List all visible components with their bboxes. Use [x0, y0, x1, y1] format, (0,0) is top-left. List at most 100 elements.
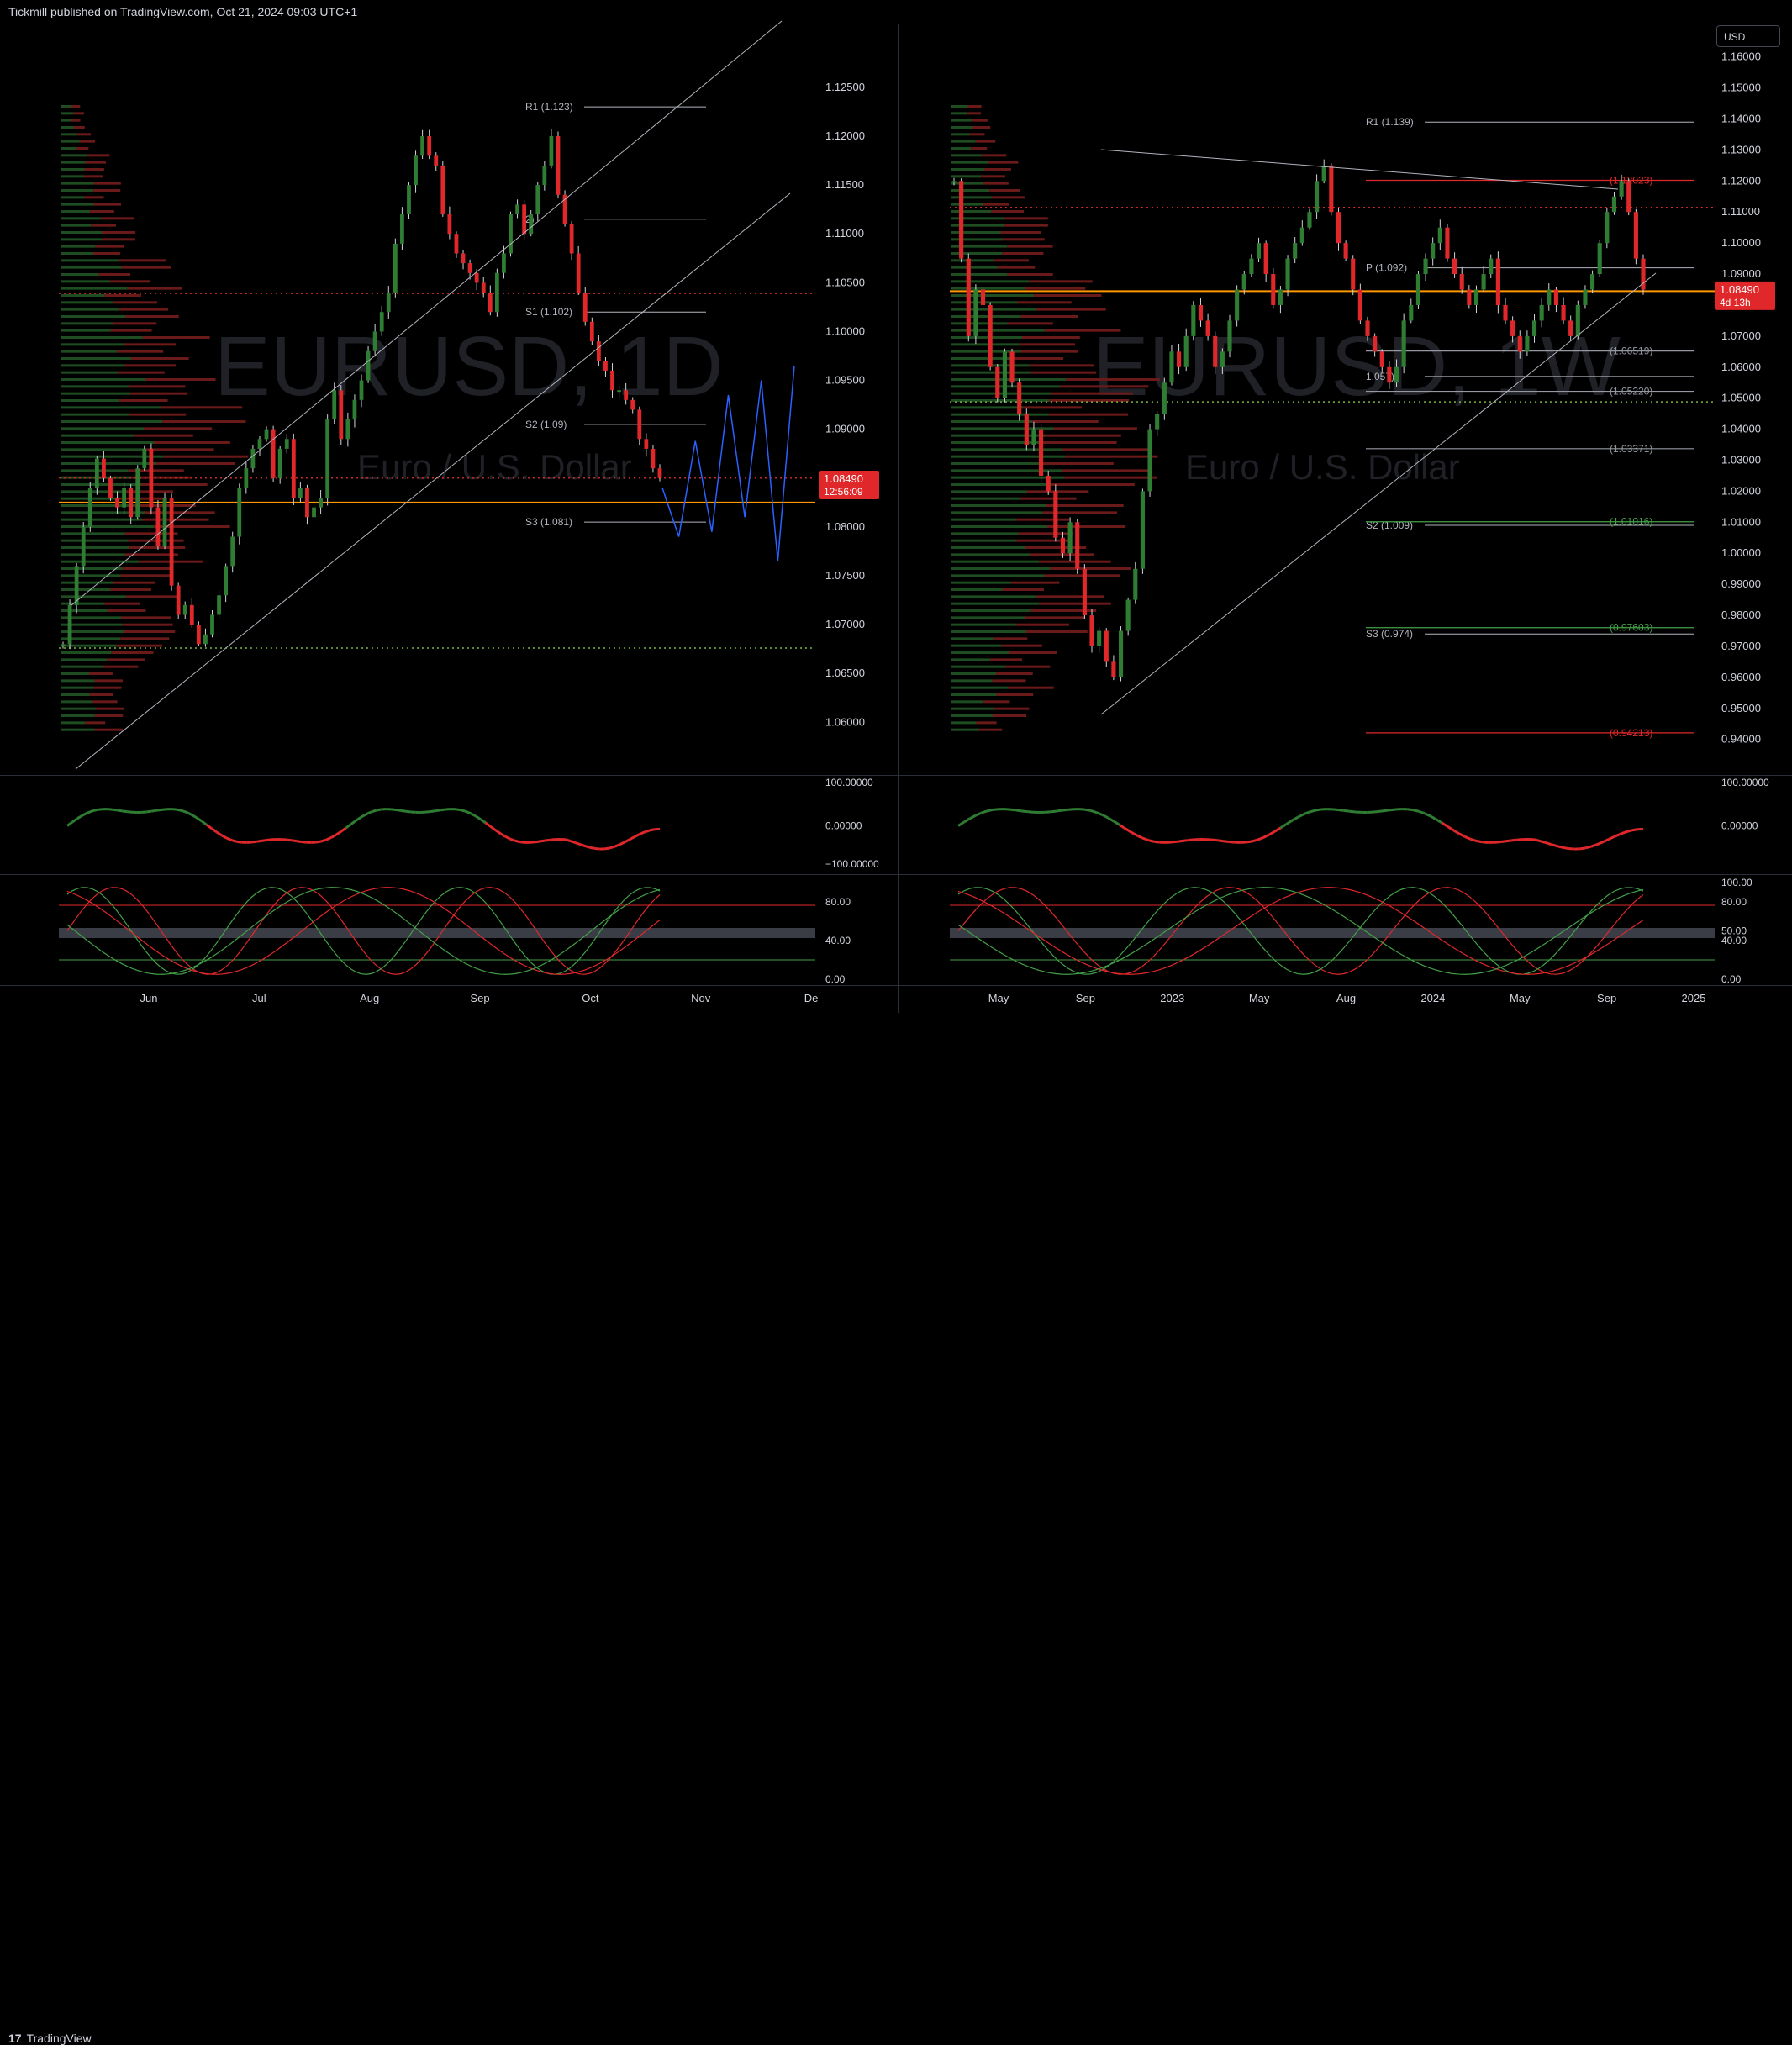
volume-profile-bar [61, 687, 94, 689]
candle-body [1445, 228, 1449, 259]
candle-body [1402, 320, 1406, 366]
candle-body [210, 614, 214, 634]
volume-profile-bar [951, 651, 1009, 654]
volume-profile-bar [90, 693, 113, 696]
volume-profile-bar [951, 280, 1029, 282]
candle-body [190, 605, 194, 625]
time-axis-label: Jul [252, 992, 266, 1004]
candle-body [298, 488, 303, 498]
volume-profile-bar [61, 378, 145, 381]
oscillator-segment [590, 847, 595, 848]
volume-profile-bar [61, 595, 126, 598]
candle-body [325, 419, 329, 498]
time-axis-label: Sep [1076, 992, 1095, 1004]
chart-canvas[interactable]: EURUSD, 1DEuro / U.S. DollarR1 (1.123)2)… [0, 0, 1792, 1040]
volume-profile-bar [951, 420, 1032, 423]
trendline [71, 21, 782, 605]
candle-body [1387, 367, 1391, 382]
oscillator-segment [615, 845, 620, 846]
oscillator-segment [212, 829, 217, 832]
volume-profile-bar [1025, 287, 1086, 290]
volume-profile-bar [996, 693, 1033, 696]
candle-body [651, 449, 656, 468]
volume-profile-bar [80, 140, 95, 143]
volume-profile-bar [61, 168, 85, 171]
volume-profile-bar [61, 414, 129, 416]
volume-profile-bar [993, 679, 1026, 682]
oscillator-segment [585, 846, 590, 848]
volume-profile-bar [145, 448, 213, 451]
volume-profile-bar [118, 372, 165, 374]
volume-profile-bar [93, 189, 120, 192]
volume-profile-bar [61, 315, 125, 318]
oscillator-segment [77, 815, 82, 819]
candle-body [1242, 274, 1246, 289]
candle-body [630, 400, 635, 410]
oscillator-segment [1546, 842, 1552, 844]
volume-profile-bar [61, 322, 113, 324]
volume-profile-bar [951, 721, 976, 724]
volume-profile-bar [61, 280, 110, 282]
oscillator-segment [630, 836, 635, 839]
volume-profile-bar [951, 406, 1023, 408]
oscillator-segment [187, 813, 192, 815]
volume-profile-bar [951, 519, 1016, 521]
oscillator-segment [1510, 840, 1516, 841]
volume-profile-bar [951, 553, 1030, 556]
candle-body [1482, 274, 1486, 289]
oscillator-segment [551, 840, 556, 841]
candle-body [597, 341, 601, 361]
volume-profile-bar [77, 133, 91, 135]
oscillator-segment [1315, 809, 1321, 810]
oscillator-axis-label: 0.00000 [1721, 820, 1758, 832]
oscillator-segment [1586, 846, 1592, 848]
volume-profile-bar [113, 582, 155, 584]
candle-body [387, 293, 391, 312]
oscillator-segment [510, 839, 515, 841]
candle-body [163, 498, 167, 546]
candle-body [1213, 336, 1217, 367]
volume-profile-bar [61, 525, 154, 528]
oscillator-segment [976, 813, 982, 815]
volume-profile-bar [968, 105, 982, 108]
right-chart-panel[interactable]: EURUSD, 1WEuro / U.S. DollarR1 (1.139)P … [950, 50, 1775, 1004]
left-chart-panel[interactable]: EURUSD, 1DEuro / U.S. DollarR1 (1.123)2)… [59, 21, 879, 1004]
volume-profile-bar [61, 147, 76, 150]
fib-label: (1.06519) [1610, 345, 1652, 357]
oscillator-segment [217, 832, 222, 835]
volume-profile-bar [951, 393, 1051, 395]
volume-profile-bar [61, 112, 73, 114]
volume-profile-bar [951, 119, 972, 122]
volume-profile-bar [61, 196, 84, 198]
currency-selector[interactable]: USD [1716, 25, 1780, 47]
oscillator-segment [1114, 821, 1120, 825]
candle-body [1285, 259, 1289, 290]
candle-body [1336, 212, 1341, 243]
candle-body [373, 331, 377, 350]
candle-body [644, 439, 648, 449]
volume-profile-bar [951, 616, 1025, 619]
volume-profile-bar [951, 435, 1045, 437]
trendline [76, 193, 790, 769]
volume-profile-bar [951, 175, 981, 177]
candle-body [1249, 259, 1253, 274]
volume-profile-bar [951, 203, 983, 206]
volume-profile-bar [94, 687, 122, 689]
volume-profile-bar [61, 483, 141, 486]
volume-profile-bar [951, 700, 983, 703]
candle-body [1199, 305, 1203, 320]
volume-profile-bar [61, 399, 119, 402]
candle-body [1460, 274, 1464, 289]
volume-profile-bar [951, 693, 996, 696]
volume-profile-bar [61, 175, 84, 177]
oscillator-segment [1378, 811, 1384, 812]
oscillator-segment [471, 814, 476, 816]
oscillator-segment [202, 821, 207, 825]
volume-profile-bar [95, 714, 123, 717]
candle-body [973, 290, 978, 336]
time-axis-label: Oct [582, 992, 599, 1004]
oscillator-segment [227, 838, 232, 841]
candle-body [1141, 491, 1145, 568]
candle-body [251, 449, 256, 468]
volume-profile-bar [61, 231, 102, 234]
